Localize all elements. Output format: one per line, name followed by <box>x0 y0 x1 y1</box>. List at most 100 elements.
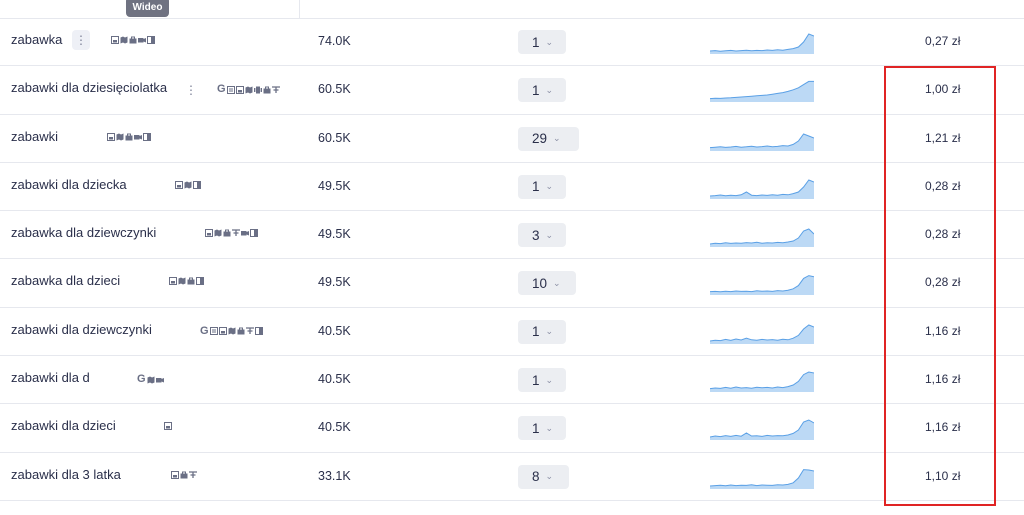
column-divider <box>299 0 300 18</box>
ads-icon <box>272 86 280 94</box>
position-dropdown[interactable]: 1 ⌄ <box>518 368 566 393</box>
more-options-button[interactable]: ⋮ <box>182 80 200 100</box>
map-pack-icon <box>120 36 128 44</box>
serp-features <box>111 36 155 44</box>
serp-features: G <box>200 324 263 337</box>
keyword-text[interactable]: zabawki dla dziecka <box>11 177 127 192</box>
position-value: 29 <box>532 131 548 147</box>
search-volume: 49.5K <box>318 275 351 290</box>
position-dropdown[interactable]: 1 ⌄ <box>518 319 566 344</box>
keyword-text[interactable]: zabawki dla 3 latka <box>11 467 121 482</box>
shopping-icon <box>187 277 195 285</box>
map-pack-icon <box>214 229 222 237</box>
table-row[interactable]: zabawki dla d G 40.5K 1 ⌄ 1,16 zł <box>0 356 1024 405</box>
cpc-value: 0,28 zł <box>925 227 961 242</box>
google-icon: G <box>137 373 146 386</box>
image-pack-icon <box>219 327 227 336</box>
trend-sparkline <box>710 371 814 393</box>
chevron-down-icon: ⌄ <box>545 326 554 337</box>
keyword-text[interactable]: zabawki dla dziewczynki <box>11 322 152 337</box>
table-row[interactable]: zabawka ⋮ 74.0K 1 ⌄ 0,27 zł <box>0 18 1024 67</box>
video-icon <box>156 376 164 384</box>
chevron-down-icon: ⌄ <box>545 422 554 433</box>
cpc-value: 1,00 zł <box>925 82 961 97</box>
shopping-icon <box>237 327 245 335</box>
position-dropdown[interactable]: 1 ⌄ <box>518 416 566 441</box>
google-icon: G <box>200 324 209 337</box>
keyword-text[interactable]: zabawka dla dziewczynki <box>11 225 156 240</box>
table-row[interactable]: zabawki dla dzieci 40.5K 1 ⌄ 1,16 zł <box>0 404 1024 453</box>
serp-features <box>169 277 204 286</box>
chevron-down-icon: ⌄ <box>545 181 554 192</box>
table-row[interactable]: zabawki dla dziewczynki G 40.5K 1 ⌄ 1,16 zł <box>0 308 1024 357</box>
keyword-text[interactable]: zabawka dla dzieci <box>11 273 120 288</box>
cpc-value: 1,21 zł <box>925 130 961 145</box>
chevron-down-icon: ⌄ <box>553 133 561 144</box>
serp-features <box>164 422 172 431</box>
position-value: 1 <box>532 179 540 195</box>
video-icon <box>134 133 142 141</box>
sitelinks-icon <box>227 85 235 94</box>
table-row[interactable]: zabawka dla dziewczynki 49.5K 3 ⌄ 0,28 zł <box>0 211 1024 260</box>
trend-sparkline <box>710 324 814 344</box>
search-volume: 60.5K <box>318 82 351 97</box>
keyword-text[interactable]: zabawki <box>11 129 58 144</box>
knowledge-panel-icon <box>196 277 204 286</box>
image-pack-icon <box>169 277 177 286</box>
position-dropdown[interactable]: 1 ⌄ <box>518 78 566 103</box>
table-row[interactable]: zabawka dla dzieci 49.5K 10 ⌄ 0,28 zł <box>0 259 1024 308</box>
search-volume: 40.5K <box>318 420 351 435</box>
table-row[interactable]: zabawki dla dziecka 49.5K 1 ⌄ 0,28 zł <box>0 163 1024 212</box>
cpc-value: 0,28 zł <box>925 178 961 193</box>
position-dropdown[interactable]: 1 ⌄ <box>518 174 566 199</box>
search-volume: 60.5K <box>318 130 351 145</box>
map-pack-icon <box>116 133 124 141</box>
ads-icon <box>232 229 240 237</box>
knowledge-panel-icon <box>147 36 155 44</box>
table-row[interactable]: zabawki dla dziesięciolatka ⋮ G 60.5K 1 ⌄ 1,00… <box>0 66 1024 115</box>
position-dropdown[interactable]: 1 ⌄ <box>518 30 566 54</box>
cpc-value: 1,10 zł <box>925 468 961 483</box>
knowledge-panel-icon <box>255 327 263 336</box>
sitelinks-icon <box>210 327 218 336</box>
trend-sparkline <box>710 468 814 489</box>
position-dropdown[interactable]: 10 ⌄ <box>518 271 576 296</box>
trend-sparkline <box>710 419 814 441</box>
google-icon: G <box>217 83 226 96</box>
ads-icon <box>246 327 254 335</box>
cpc-value: 0,28 zł <box>925 275 961 290</box>
position-dropdown[interactable]: 29 ⌄ <box>518 126 579 151</box>
keyword-text[interactable]: zabawki dla dzieci <box>11 418 116 433</box>
more-options-button[interactable]: ⋮ <box>72 30 90 50</box>
table-row[interactable]: zabawki 60.5K 29 ⌄ 1,21 zł <box>0 115 1024 163</box>
keyword-text[interactable]: zabawki dla d <box>11 370 90 385</box>
cpc-value: 0,27 zł <box>925 34 961 48</box>
shopping-icon <box>180 471 188 479</box>
trend-area <box>710 81 814 103</box>
trend-sparkline <box>710 179 814 199</box>
cpc-value: 1,16 zł <box>925 323 961 338</box>
chevron-down-icon: ⌄ <box>545 471 554 482</box>
image-pack-icon <box>175 180 183 189</box>
position-dropdown[interactable]: 8 ⌄ <box>518 464 569 489</box>
search-volume: 49.5K <box>318 227 351 242</box>
serp-features <box>171 470 197 479</box>
serp-features: G <box>217 84 280 95</box>
image-pack-icon <box>236 85 244 94</box>
table-row[interactable]: zabawki dla 3 latka 33.1K 8 ⌄ 1,10 zł <box>0 453 1024 501</box>
position-value: 1 <box>532 34 540 50</box>
position-value: 1 <box>532 420 540 436</box>
shopping-icon <box>223 229 231 237</box>
keyword-text[interactable]: zabawka <box>11 32 62 47</box>
position-value: 1 <box>532 372 540 388</box>
position-value: 8 <box>532 469 540 485</box>
keyword-text[interactable]: zabawki dla dziesięciolatka <box>11 80 167 95</box>
chevron-down-icon: ⌄ <box>545 84 554 95</box>
map-pack-icon <box>147 376 155 384</box>
serp-features: G <box>137 374 164 385</box>
video-tooltip: Wideo <box>126 0 169 17</box>
position-dropdown[interactable]: 3 ⌄ <box>518 223 566 248</box>
chevron-down-icon: ⌄ <box>553 277 561 288</box>
video-icon <box>241 229 249 237</box>
serp-features <box>205 229 258 238</box>
